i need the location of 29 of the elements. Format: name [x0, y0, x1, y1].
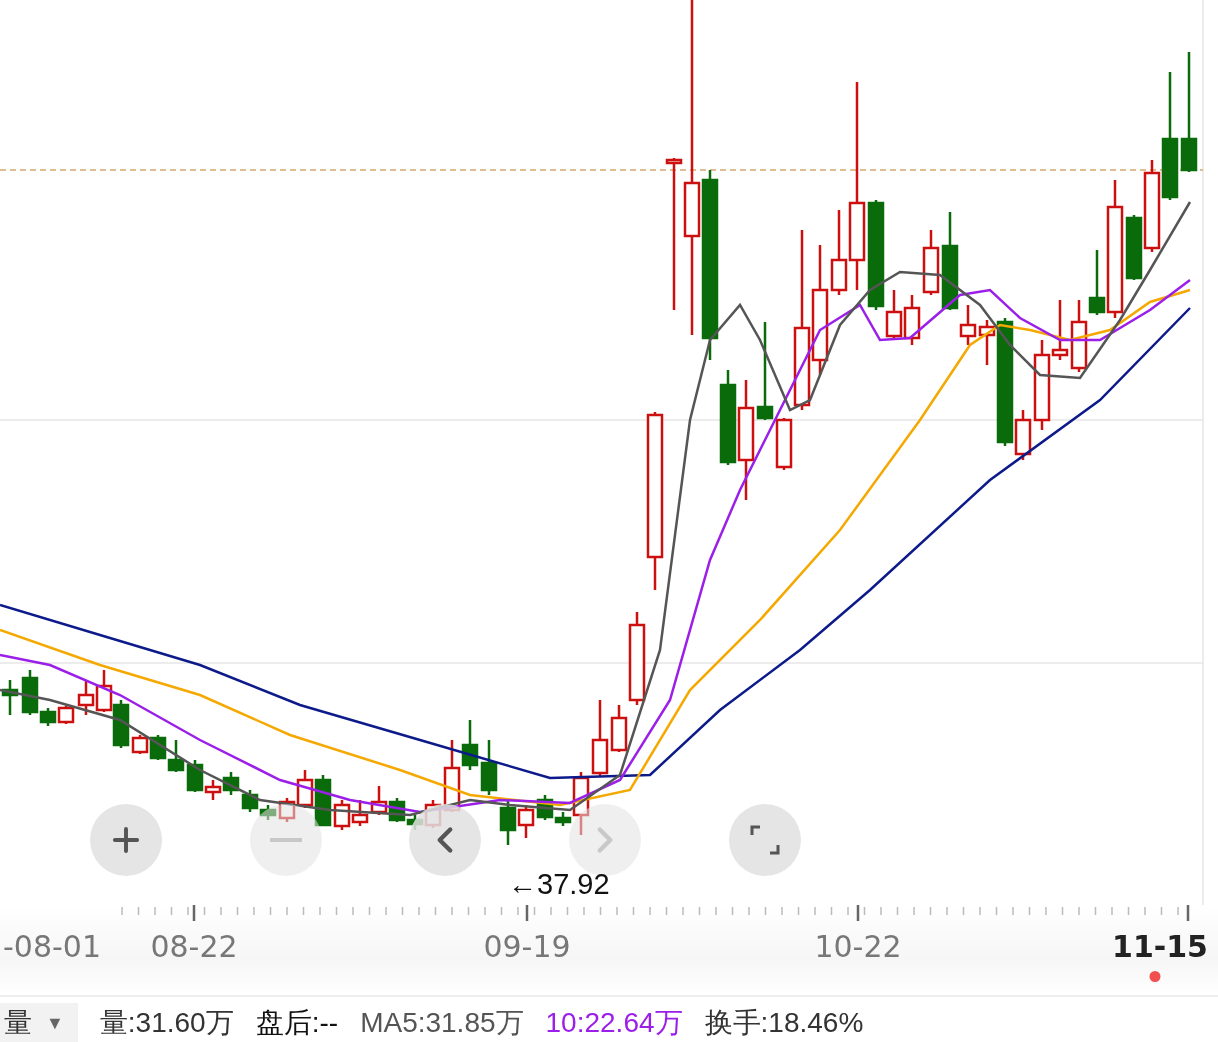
candlestick	[222, 772, 240, 795]
candlestick	[57, 706, 75, 724]
candlestick	[1070, 300, 1088, 372]
date-label: 11-15	[1112, 929, 1208, 964]
indicator-value: 量:31.60万	[99, 1006, 234, 1040]
indicator-value: 盘后:--	[255, 1006, 339, 1040]
indicator-selector[interactable]: 量 ▼	[0, 1003, 78, 1042]
date-label: 08-22	[150, 929, 238, 964]
candlestick	[370, 786, 388, 815]
candlestick	[167, 740, 185, 772]
minus-icon	[270, 838, 302, 842]
fullscreen-icon	[750, 825, 780, 855]
date-label: -08-01	[3, 929, 101, 964]
date-label: 10-22	[814, 929, 902, 964]
candlestick	[499, 800, 517, 845]
price-marker: ←37.92	[508, 868, 610, 901]
candlestick	[480, 740, 498, 795]
caret-icon: ▼	[46, 1012, 64, 1034]
date-label: 09-19	[483, 929, 571, 964]
indicator-value: MA5:31.85万	[360, 1006, 524, 1040]
candlestick	[903, 295, 921, 345]
current-date-dot	[1149, 971, 1161, 982]
candlestick	[77, 680, 95, 715]
indicator-value: 10:22.64万	[545, 1006, 683, 1040]
candlestick	[95, 670, 113, 712]
candlestick	[351, 800, 369, 826]
candlestick	[1, 680, 19, 715]
indicator-value: 换手:18.46%	[704, 1006, 864, 1040]
candlestick	[517, 805, 535, 838]
